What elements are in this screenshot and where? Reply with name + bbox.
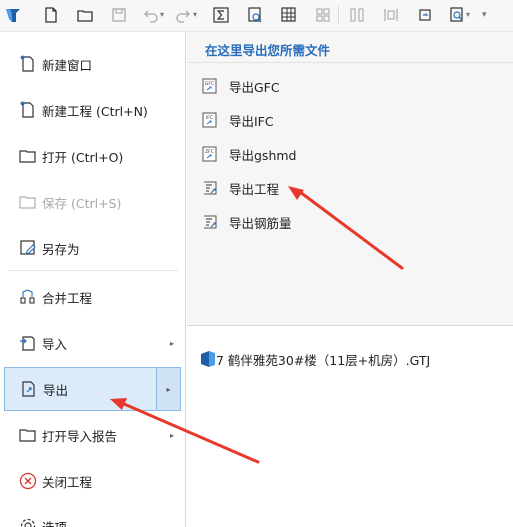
menu-item-label: 导入 — [42, 336, 68, 352]
menu-item-new-project[interactable]: 新建工程 (Ctrl+N) — [0, 88, 186, 132]
import-icon — [18, 333, 38, 353]
export-rebar-icon — [201, 213, 219, 231]
open-report-icon — [18, 425, 38, 445]
submenu-arrow-icon: ▸ — [169, 338, 174, 348]
file-menu: 新建窗口 新建工程 (Ctrl+N) 打开 (Ctrl+O) 保存 (Ctrl+… — [0, 32, 186, 527]
submenu-arrow-icon[interactable]: ▸ — [156, 368, 180, 410]
gfc-file-icon: GFC — [201, 77, 219, 95]
redo-dropdown-icon[interactable]: ▾ — [193, 10, 197, 19]
menu-item-open[interactable]: 打开 (Ctrl+O) — [0, 134, 186, 178]
zfc-file-icon: ZFC — [201, 145, 219, 163]
export-gshmd-item[interactable]: ZFC 导出gshmd — [201, 144, 296, 164]
save-as-icon — [18, 238, 38, 258]
panel-divider — [187, 62, 513, 63]
export-rebar-item[interactable]: 导出钢筋量 — [201, 212, 292, 232]
rotate-icon[interactable] — [414, 4, 436, 26]
svg-text:GFC: GFC — [205, 81, 214, 87]
export-ifc-item[interactable]: IFC 导出IFC — [201, 110, 274, 130]
options-icon — [18, 516, 38, 527]
menu-item-label: 打开导入报告 — [42, 428, 118, 444]
search-doc-icon[interactable] — [446, 4, 468, 26]
export-icon — [19, 379, 39, 399]
menu-item-label: 新建工程 (Ctrl+N) — [42, 103, 148, 119]
quick-access-toolbar: ▾ ▾ ▾ ▾ — [0, 0, 513, 32]
export-item-label: 导出gshmd — [229, 147, 297, 163]
menu-item-label: 打开 (Ctrl+O) — [42, 149, 124, 165]
search-report-icon[interactable] — [244, 4, 266, 26]
export-item-label: 导出GFC — [229, 79, 280, 95]
menu-item-export[interactable]: 导出 ▸ — [4, 367, 181, 411]
menu-item-merge[interactable]: 合并工程 — [0, 275, 186, 319]
new-file-icon[interactable] — [40, 4, 62, 26]
undo-dropdown-icon[interactable]: ▾ — [160, 10, 164, 19]
export-item-label: 导出钢筋量 — [229, 215, 292, 231]
columns-icon[interactable] — [346, 4, 368, 26]
menu-separator — [8, 270, 178, 271]
layers-icon[interactable] — [312, 4, 334, 26]
recent-file-label: 7 鹤伴雅苑30#楼（11层+机房）.GTJ — [216, 352, 431, 368]
panel-title: 在这里导出您所需文件 — [205, 43, 331, 58]
export-project-icon — [201, 179, 219, 197]
menu-item-import[interactable]: 导入 ▸ — [0, 321, 186, 365]
close-project-icon — [18, 471, 38, 491]
save-icon[interactable] — [108, 4, 130, 26]
columns-icon[interactable] — [380, 4, 402, 26]
svg-text:IFC: IFC — [206, 115, 213, 121]
menu-item-label: 选项 — [42, 519, 68, 527]
menu-item-new-window[interactable]: 新建窗口 — [0, 42, 186, 86]
sum-icon[interactable] — [210, 4, 232, 26]
open-icon — [18, 146, 38, 166]
export-item-label: 导出IFC — [229, 113, 274, 129]
app-logo-icon[interactable] — [2, 4, 24, 26]
menu-item-label: 合并工程 — [42, 290, 93, 306]
menu-item-close-project[interactable]: 关闭工程 — [0, 459, 186, 503]
menu-item-save-as[interactable]: 另存为 — [0, 226, 186, 270]
menu-item-save[interactable]: 保存 (Ctrl+S) — [0, 180, 186, 224]
grid-icon[interactable] — [278, 4, 300, 26]
more-icon[interactable]: ▾ — [482, 10, 487, 20]
svg-text:ZFC: ZFC — [205, 149, 214, 155]
gtj-file-icon — [200, 350, 216, 368]
submenu-arrow-icon: ▸ — [169, 430, 174, 440]
toolbar-divider — [338, 6, 339, 24]
export-item-label: 导出工程 — [229, 181, 280, 197]
export-panel: 在这里导出您所需文件 GFC 导出GFC IFC 导出IFC ZFC 导出gsh… — [187, 32, 513, 326]
search-doc-dropdown-icon[interactable]: ▾ — [466, 10, 470, 19]
ifc-file-icon: IFC — [201, 111, 219, 129]
recent-file-item[interactable]: 7 鹤伴雅苑30#楼（11层+机房）.GTJ — [200, 347, 430, 371]
menu-item-label: 另存为 — [42, 241, 80, 257]
menu-item-open-import-report[interactable]: 打开导入报告 ▸ — [0, 413, 186, 457]
save-icon — [18, 192, 38, 212]
menu-item-label: 新建窗口 — [42, 57, 93, 73]
export-project-item[interactable]: 导出工程 — [201, 178, 279, 198]
open-folder-icon[interactable] — [74, 4, 96, 26]
menu-item-label: 导出 — [43, 382, 69, 398]
new-project-icon — [18, 100, 38, 120]
redo-icon[interactable] — [172, 4, 194, 26]
export-gfc-item[interactable]: GFC 导出GFC — [201, 76, 280, 96]
menu-item-options[interactable]: 选项 — [0, 504, 186, 527]
undo-icon[interactable] — [140, 4, 162, 26]
new-window-icon — [18, 54, 38, 74]
merge-icon — [18, 287, 38, 307]
menu-item-label: 保存 (Ctrl+S) — [42, 195, 122, 211]
menu-item-label: 关闭工程 — [42, 474, 93, 490]
